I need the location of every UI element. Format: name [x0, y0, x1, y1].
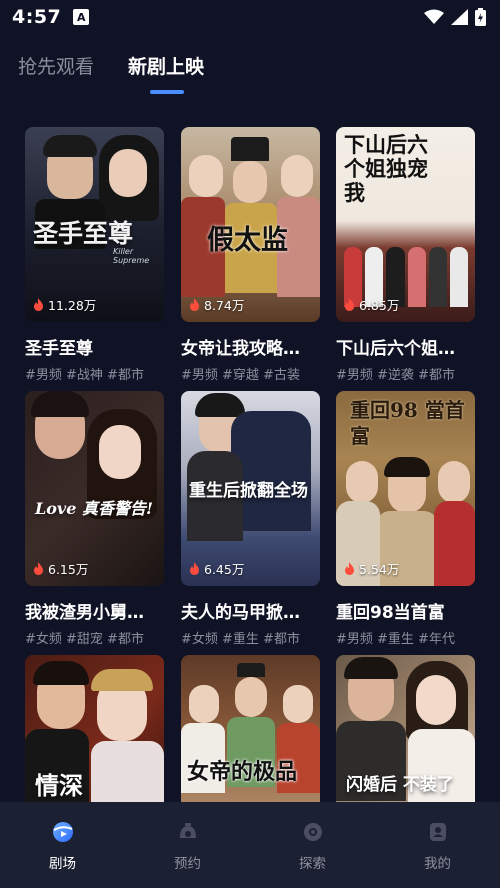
view-count: 5.54万 — [344, 559, 399, 578]
drama-tags: #男频 #逆袭 #都市 — [336, 368, 455, 383]
drama-poster[interactable]: 假太监 8.74万 — [181, 127, 320, 322]
nav-profile-label: 我的 — [424, 856, 451, 872]
nav-reserve-label: 预约 — [174, 856, 201, 872]
drama-tags: #女频 #甜宠 #都市 — [25, 632, 144, 647]
nav-explore[interactable]: 探索 — [250, 802, 375, 888]
fire-icon — [190, 562, 199, 575]
poster-title-art: 重回98 當首富 — [350, 398, 465, 448]
fire-icon — [345, 562, 354, 575]
drama-poster[interactable]: 重回98 當首富 5.54万 — [336, 391, 475, 586]
poster-title-art: 闪婚后 不装了 — [346, 775, 454, 795]
fire-icon — [345, 298, 354, 311]
drama-title[interactable]: 圣手至尊 — [25, 334, 164, 359]
drama-card[interactable]: 圣手至尊 Killer Supreme 11.28万 圣手至尊 #男频 #战神 … — [25, 127, 164, 383]
view-count: 8.74万 — [189, 295, 244, 314]
drama-poster[interactable]: 情深 — [25, 655, 164, 803]
drama-card[interactable]: 闪婚后 不装了 — [336, 655, 475, 803]
nav-profile[interactable]: 我的 — [375, 802, 500, 888]
profile-icon — [429, 823, 446, 841]
view-count: 6.15万 — [33, 559, 88, 578]
drama-grid[interactable]: 圣手至尊 Killer Supreme 11.28万 圣手至尊 #男频 #战神 … — [25, 127, 477, 803]
drama-poster[interactable]: 重生后掀翻全场 6.45万 — [181, 391, 320, 586]
drama-title[interactable]: 女帝让我攻略… — [181, 334, 320, 359]
drama-tags: #男频 #战神 #都市 — [25, 368, 144, 383]
drama-poster[interactable]: 下山后六个姐独宠我 6.85万 — [336, 127, 475, 322]
poster-subtitle-art: Killer Supreme — [113, 247, 150, 265]
drama-title[interactable]: 我被渣男小舅… — [25, 598, 164, 623]
nav-reserve[interactable]: 预约 — [125, 802, 250, 888]
drama-card[interactable]: 假太监 8.74万 女帝让我攻略… #男频 #穿越 #古装 — [181, 127, 320, 383]
tab-new-release[interactable]: 新剧上映 — [128, 52, 205, 94]
drama-tags: #女频 #重生 #都市 — [181, 632, 300, 647]
bottom-nav: 剧场 预约 探索 我的 — [0, 802, 500, 888]
view-count-text: 11.28万 — [48, 298, 97, 313]
fire-icon — [190, 298, 199, 311]
signal-icon — [451, 9, 468, 25]
nav-theater[interactable]: 剧场 — [0, 802, 125, 888]
poster-title-art: 重生后掀翻全场 — [189, 481, 308, 501]
status-bar: 4:57 A — [0, 0, 500, 34]
poster-title-art: 情深 — [35, 771, 83, 800]
fire-icon — [34, 298, 43, 311]
battery-icon — [475, 8, 486, 26]
drama-card[interactable]: 情深 — [25, 655, 164, 803]
fire-icon — [34, 562, 43, 575]
tab-preview[interactable]: 抢先观看 — [18, 52, 94, 92]
view-count: 6.85万 — [344, 295, 399, 314]
drama-tags: #男频 #重生 #年代 — [336, 632, 455, 647]
view-count-text: 5.54万 — [359, 562, 400, 577]
drama-card[interactable]: 女帝的极品 — [181, 655, 320, 803]
category-tabs: 抢先观看 新剧上映 — [18, 52, 205, 94]
reserve-icon — [179, 823, 196, 838]
drama-title[interactable]: 重回98当首富 — [336, 598, 475, 623]
theater-icon — [52, 822, 73, 842]
poster-title-art: 假太监 — [207, 225, 288, 256]
poster-title-art: Love 真香警告! — [35, 499, 153, 518]
view-count-text: 6.15万 — [48, 562, 89, 577]
drama-poster[interactable]: Love 真香警告! 6.15万 — [25, 391, 164, 586]
drama-title[interactable]: 下山后六个姐… — [336, 334, 475, 359]
view-count: 11.28万 — [33, 295, 96, 314]
view-count-text: 8.74万 — [204, 298, 245, 313]
active-tab-indicator — [150, 90, 185, 94]
view-count: 6.45万 — [189, 559, 244, 578]
poster-title-art: 圣手至尊 — [33, 219, 134, 248]
status-time: 4:57 — [12, 6, 62, 28]
nav-theater-label: 剧场 — [49, 856, 76, 872]
drama-card[interactable]: 重回98 當首富 5.54万 重回98当首富 #男频 #重生 #年代 — [336, 391, 475, 647]
drama-poster[interactable]: 女帝的极品 — [181, 655, 320, 803]
nav-explore-label: 探索 — [299, 856, 326, 872]
poster-image — [25, 391, 164, 586]
notification-app-icon: A — [73, 9, 90, 25]
drama-poster[interactable]: 圣手至尊 Killer Supreme 11.28万 — [25, 127, 164, 322]
view-count-text: 6.45万 — [204, 562, 245, 577]
drama-card[interactable]: 重生后掀翻全场 6.45万 夫人的马甲掀… #女频 #重生 #都市 — [181, 391, 320, 647]
drama-title[interactable]: 夫人的马甲掀… — [181, 598, 320, 623]
poster-title-art: 女帝的极品 — [187, 759, 298, 785]
drama-tags: #男频 #穿越 #古装 — [181, 368, 300, 383]
drama-poster[interactable]: 闪婚后 不装了 — [336, 655, 475, 803]
drama-card[interactable]: 下山后六个姐独宠我 6.85万 下山后六个姐… #男频 #逆袭 #都市 — [336, 127, 475, 383]
tab-new-release-label: 新剧上映 — [128, 56, 205, 78]
wifi-icon — [424, 9, 444, 24]
drama-card[interactable]: Love 真香警告! 6.15万 我被渣男小舅… #女频 #甜宠 #都市 — [25, 391, 164, 647]
poster-title-art: 下山后六个姐独宠我 — [344, 132, 428, 206]
explore-icon — [303, 823, 322, 841]
view-count-text: 6.85万 — [359, 298, 400, 313]
